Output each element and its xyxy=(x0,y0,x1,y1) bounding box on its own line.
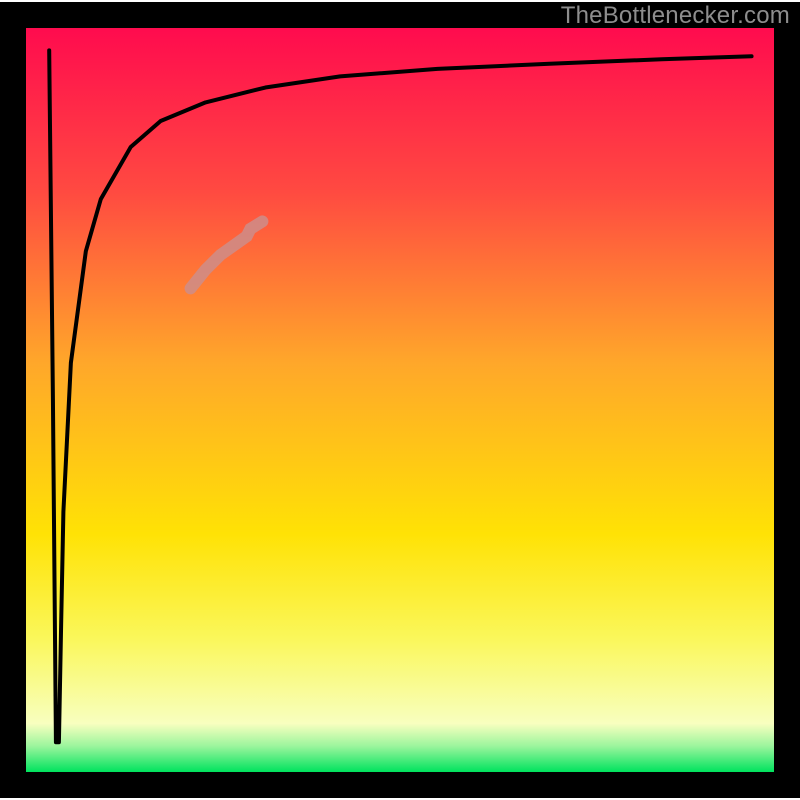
watermark-text: TheBottleneсker.com xyxy=(561,2,790,30)
bottleneck-curve-chart xyxy=(0,0,800,800)
chart-container: TheBottleneсker.com xyxy=(0,0,800,800)
